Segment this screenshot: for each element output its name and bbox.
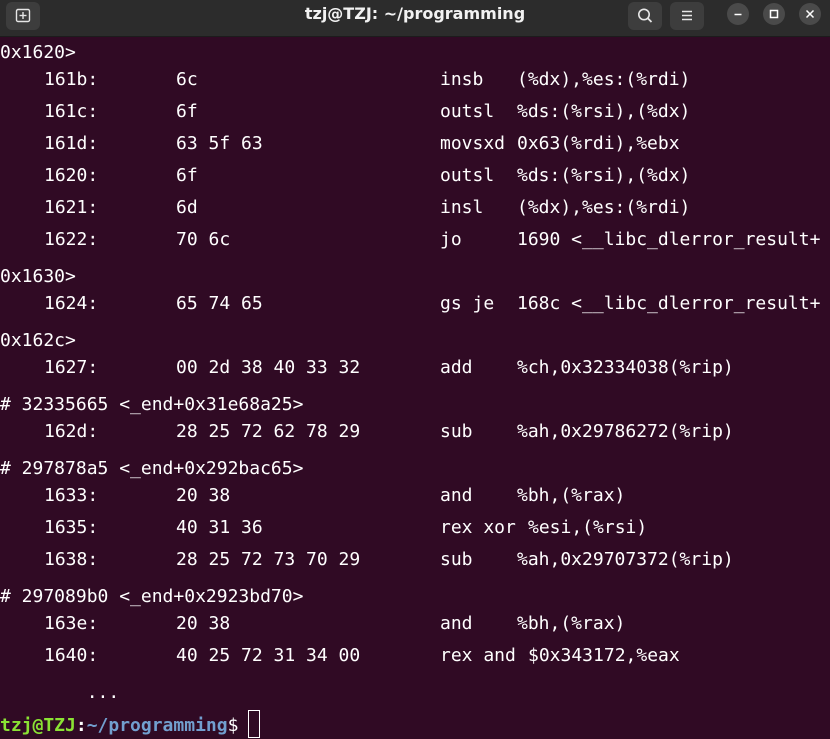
output-line: 0x1620>	[0, 42, 76, 63]
instruction-address: 1622:	[44, 229, 99, 250]
disassembly-line: 1621: 6d insl (%dx),%es:(%rdi)	[0, 197, 830, 229]
prompt-symbol: $	[227, 715, 239, 736]
instruction-bytes: 65 74 65	[176, 293, 263, 314]
disassembly-line: 1635: 40 31 36 rex xor %esi,(%rsi)	[0, 517, 830, 549]
instruction-operands: %esi,(%rsi)	[528, 517, 648, 538]
minimize-icon	[734, 13, 742, 16]
maximize-button[interactable]	[763, 3, 785, 25]
instruction-bytes: 28 25 72 73 70 29	[176, 549, 361, 570]
disassembly-line: 1622: 70 6c jo 1690 <__libc_dlerror_result+	[0, 229, 830, 261]
instruction-address: 1621:	[44, 197, 99, 218]
instruction-operands: %ah,0x29707372(%rip)	[517, 549, 734, 570]
instruction-address: 1638:	[44, 549, 99, 570]
instruction-mnemonic: sub	[440, 549, 473, 570]
instruction-bytes: 63 5f 63	[176, 133, 263, 154]
instruction-mnemonic: add	[440, 357, 473, 378]
close-icon	[805, 9, 815, 19]
instruction-bytes: 70 6c	[176, 229, 231, 250]
instruction-address: 1633:	[44, 485, 99, 506]
instruction-operands: 0x63(%rdi),%ebx	[517, 133, 680, 154]
instruction-mnemonic: outsl	[440, 165, 495, 186]
instruction-address: 1627:	[44, 357, 99, 378]
instruction-operands: 1690 <__libc_dlerror_result+	[517, 229, 821, 250]
maximize-icon	[769, 9, 779, 19]
instruction-address: 1640:	[44, 645, 99, 666]
search-button[interactable]	[628, 2, 662, 30]
instruction-bytes: 6c	[176, 69, 198, 90]
terminal-output[interactable]: 0x1620> 161b: 6c insb (%dx),%es:(%rdi) 161c: 6…	[0, 37, 830, 739]
terminal-window: tzj@TZJ: ~/programming 0x1620> 161b: 6c …	[0, 0, 830, 739]
instruction-mnemonic: rex xor	[440, 517, 516, 538]
instruction-operands: (%dx),%es:(%rdi)	[517, 69, 691, 90]
disassembly-line: 163e: 20 38 and %bh,(%rax)	[0, 613, 830, 645]
output-line: ...	[0, 682, 120, 703]
disassembly-line: 1620: 6f outsl %ds:(%rsi),(%dx)	[0, 165, 830, 197]
instruction-bytes: 20 38	[176, 613, 231, 634]
prompt-separator: :	[75, 715, 87, 736]
disassembly-line: 162d: 28 25 72 62 78 29 sub %ah,0x29786272(…	[0, 421, 830, 453]
instruction-operands: %ds:(%rsi),(%dx)	[517, 101, 691, 122]
window-title: tzj@TZJ: ~/programming	[304, 4, 526, 23]
instruction-mnemonic: movsxd	[440, 133, 506, 154]
text-cursor	[248, 710, 261, 738]
instruction-operands: %ds:(%rsi),(%dx)	[517, 165, 691, 186]
instruction-operands: %ch,0x32334038(%rip)	[517, 357, 734, 378]
output-line: # 32335665 <_end+0x31e68a25>	[0, 394, 304, 415]
instruction-bytes: 6f	[176, 101, 198, 122]
instruction-operands: %bh,(%rax)	[517, 613, 626, 634]
instruction-mnemonic: outsl	[440, 101, 495, 122]
instruction-mnemonic: and	[440, 485, 473, 506]
prompt-user-host: tzj@TZJ	[0, 715, 76, 736]
instruction-operands: %ah,0x29786272(%rip)	[517, 421, 734, 442]
instruction-bytes: 28 25 72 62 78 29	[176, 421, 361, 442]
instruction-operands: %bh,(%rax)	[517, 485, 626, 506]
instruction-bytes: 40 31 36	[176, 517, 263, 538]
disassembly-line: 161d: 63 5f 63 movsxd 0x63(%rdi),%ebx	[0, 133, 830, 165]
shell-prompt[interactable]: tzj@TZJ:~/programming$	[0, 709, 830, 739]
instruction-mnemonic: insb	[440, 69, 484, 90]
instruction-mnemonic: and	[440, 613, 473, 634]
instruction-mnemonic: rex and	[440, 645, 516, 666]
instruction-operands: (%dx),%es:(%rdi)	[517, 197, 691, 218]
disassembly-line: 1627: 00 2d 38 40 33 32 add %ch,0x32334038(…	[0, 357, 830, 389]
output-line: # 297089b0 <_end+0x2923bd70>	[0, 586, 304, 607]
output-line: 0x162c>	[0, 330, 76, 351]
instruction-address: 1635:	[44, 517, 99, 538]
instruction-bytes: 00 2d 38 40 33 32	[176, 357, 361, 378]
instruction-operands: 168c <__libc_dlerror_result+	[517, 293, 821, 314]
instruction-bytes: 20 38	[176, 485, 231, 506]
disassembly-line: 161b: 6c insb (%dx),%es:(%rdi)	[0, 69, 830, 101]
disassembly-line: 1640: 40 25 72 31 34 00 rex and $0x343172,%…	[0, 645, 830, 677]
instruction-bytes: 6f	[176, 165, 198, 186]
instruction-address: 1624:	[44, 293, 99, 314]
disassembly-line: 1638: 28 25 72 73 70 29 sub %ah,0x29707372(…	[0, 549, 830, 581]
instruction-address: 161d:	[44, 133, 99, 154]
instruction-bytes: 40 25 72 31 34 00	[176, 645, 361, 666]
output-line: # 297878a5 <_end+0x292bac65>	[0, 458, 304, 479]
instruction-mnemonic: insl	[440, 197, 484, 218]
instruction-mnemonic: gs je	[440, 293, 495, 314]
instruction-mnemonic: sub	[440, 421, 473, 442]
minimize-button[interactable]	[727, 3, 749, 25]
search-icon	[638, 8, 653, 23]
disassembly-line: 1624: 65 74 65 gs je 168c <__libc_dlerror_r…	[0, 293, 830, 325]
title-bar: tzj@TZJ: ~/programming	[0, 0, 830, 37]
instruction-bytes: 6d	[176, 197, 198, 218]
instruction-address: 161c:	[44, 101, 99, 122]
instruction-address: 161b:	[44, 69, 99, 90]
prompt-path: ~/programming	[86, 715, 228, 736]
instruction-address: 1620:	[44, 165, 99, 186]
hamburger-menu-icon	[682, 10, 692, 21]
instruction-address: 162d:	[44, 421, 99, 442]
close-button[interactable]	[799, 3, 821, 25]
instruction-operands: $0x343172,%eax	[528, 645, 680, 666]
instruction-address: 163e:	[44, 613, 99, 634]
disassembly-line: 161c: 6f outsl %ds:(%rsi),(%dx)	[0, 101, 830, 133]
output-line: 0x1630>	[0, 266, 76, 287]
disassembly-line: 1633: 20 38 and %bh,(%rax)	[0, 485, 830, 517]
instruction-mnemonic: jo	[440, 229, 462, 250]
menu-button[interactable]	[670, 2, 704, 30]
